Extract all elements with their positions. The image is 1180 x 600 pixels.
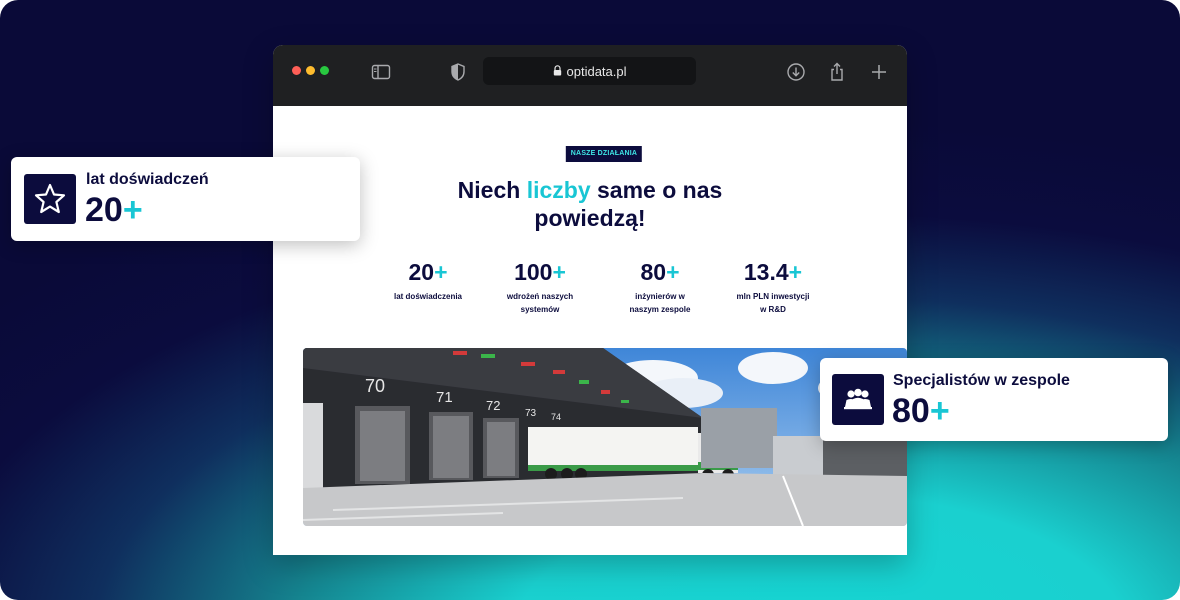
new-tab-icon[interactable] bbox=[868, 61, 890, 83]
card-title: lat doświadczeń bbox=[86, 171, 209, 188]
stat-value: 13.4 bbox=[743, 259, 789, 285]
headline-text-1: Niech bbox=[457, 177, 527, 203]
browser-window: optidata.pl NASZE DZIAŁANIA Niech liczby… bbox=[273, 45, 907, 555]
stat-plus: + bbox=[552, 259, 566, 285]
team-icon bbox=[844, 388, 872, 409]
page-headline: Niech liczby same o nas powiedzą! bbox=[440, 176, 740, 232]
team-icon-box bbox=[832, 374, 884, 425]
download-icon[interactable] bbox=[785, 61, 807, 83]
minimize-window-button[interactable] bbox=[306, 66, 315, 75]
stat-investment: 13.4+ mln PLN inwestycji w R&D bbox=[718, 258, 828, 316]
headline-text-2: same o nas bbox=[590, 177, 723, 203]
stat-experience: 20+ lat doświadczenia bbox=[373, 258, 483, 303]
specialists-card: Specjalistów w zespole 80+ bbox=[820, 358, 1168, 441]
url-text: optidata.pl bbox=[566, 63, 627, 79]
privacy-shield-icon[interactable] bbox=[447, 61, 469, 83]
address-bar[interactable]: optidata.pl bbox=[483, 57, 696, 85]
card-number: 20 bbox=[85, 191, 123, 229]
stat-label: w R&D bbox=[760, 305, 786, 314]
experience-card: lat doświadczeń 20+ bbox=[11, 157, 360, 241]
stat-label: mln PLN inwestycji bbox=[736, 292, 810, 301]
stat-engineers: 80+ inżynierów w naszym zespole bbox=[605, 258, 715, 316]
stat-plus: + bbox=[666, 259, 680, 285]
stat-label: systemów bbox=[520, 305, 560, 314]
card-plus: + bbox=[929, 392, 950, 430]
stat-plus: + bbox=[788, 259, 803, 285]
share-icon[interactable] bbox=[826, 61, 848, 83]
dock-number: 73 bbox=[525, 408, 537, 419]
stat-deployments: 100+ wdrożeń naszych systemów bbox=[485, 258, 595, 316]
sidebar-icon[interactable] bbox=[370, 61, 392, 83]
dock-number: 74 bbox=[551, 412, 561, 422]
stat-value: 80 bbox=[640, 259, 667, 285]
headline-accent: liczby bbox=[526, 177, 591, 203]
lock-icon bbox=[553, 64, 562, 79]
stat-label: inżynierów w bbox=[635, 292, 685, 301]
section-badge: NASZE DZIAŁANIA bbox=[565, 146, 643, 162]
browser-toolbar: optidata.pl bbox=[273, 45, 907, 106]
card-number: 80 bbox=[892, 392, 930, 430]
card-value: 80+ bbox=[892, 393, 950, 429]
dock-number: 72 bbox=[486, 398, 500, 413]
stat-label: naszym zespole bbox=[629, 305, 691, 314]
close-window-button[interactable] bbox=[292, 66, 301, 75]
webpage: NASZE DZIAŁANIA Niech liczby same o nas … bbox=[273, 106, 907, 555]
stat-value: 100 bbox=[514, 259, 553, 285]
headline-text-3: powiedzą! bbox=[534, 205, 646, 231]
card-value: 20+ bbox=[85, 192, 143, 228]
card-title: Specjalistów w zespole bbox=[893, 372, 1070, 389]
background-frame: optidata.pl NASZE DZIAŁANIA Niech liczby… bbox=[0, 0, 1180, 600]
star-icon bbox=[34, 183, 66, 214]
maximize-window-button[interactable] bbox=[320, 66, 329, 75]
stat-label: wdrożeń naszych bbox=[506, 292, 574, 301]
stat-value: 20 bbox=[408, 259, 435, 285]
card-plus: + bbox=[122, 191, 143, 229]
stat-label: lat doświadczenia bbox=[393, 292, 463, 301]
dock-number: 70 bbox=[365, 376, 385, 396]
dock-number: 71 bbox=[436, 389, 453, 406]
star-icon-box bbox=[24, 174, 76, 224]
warehouse-photo: 70 71 72 73 74 bbox=[303, 348, 907, 526]
stat-plus: + bbox=[434, 259, 448, 285]
